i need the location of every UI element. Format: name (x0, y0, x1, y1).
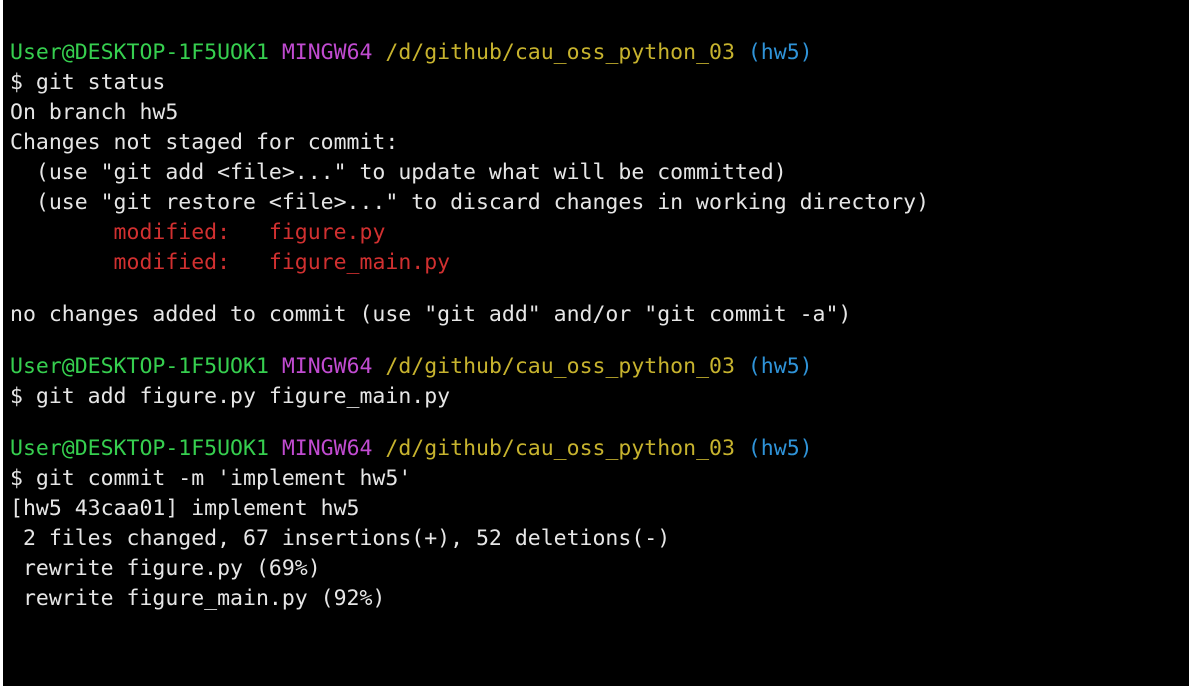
prompt-branch: (hw5) (747, 40, 813, 65)
output-commit-result: [hw5 43caa01] implement hw5 (10, 496, 360, 521)
prompt-shell: MINGW64 (281, 354, 373, 379)
window-left-edge (0, 0, 3, 686)
modified-filename: figure_main.py (268, 250, 451, 275)
output-modified-file: modified: figure.py (10, 218, 1189, 248)
prompt-line: User@DESKTOP-1F5UOK1 MINGW64 /d/github/c… (10, 434, 1189, 464)
prompt-line: User@DESKTOP-1F5UOK1 MINGW64 /d/github/c… (10, 352, 1189, 382)
prompt-path: /d/github/cau_oss_python_03 (385, 436, 735, 461)
output-hint-add: (use "git add <file>..." to update what … (10, 160, 787, 185)
output-rewrite: rewrite figure.py (69%) (10, 556, 321, 581)
prompt-branch: (hw5) (747, 354, 813, 379)
prompt-path: /d/github/cau_oss_python_03 (385, 40, 735, 65)
modified-filename: figure.py (268, 220, 386, 245)
prompt-shell: MINGW64 (281, 40, 373, 65)
command-git-status: $ git status (10, 70, 166, 95)
command-git-add: $ git add figure.py figure_main.py (10, 384, 451, 409)
prompt-path: /d/github/cau_oss_python_03 (385, 354, 735, 379)
terminal-window[interactable]: User@DESKTOP-1F5UOK1 MINGW64 /d/github/c… (0, 0, 1189, 686)
output-no-changes: no changes added to commit (use "git add… (10, 302, 852, 327)
prompt-user-host: User@DESKTOP-1F5UOK1 (10, 354, 269, 379)
output-modified-file: modified: figure_main.py (10, 248, 1189, 278)
command-git-commit: $ git commit -m 'implement hw5' (10, 466, 412, 491)
output-on-branch: On branch hw5 (10, 100, 179, 125)
output-hint-restore: (use "git restore <file>..." to discard … (10, 190, 930, 215)
output-files-changed: 2 files changed, 67 insertions(+), 52 de… (10, 526, 671, 551)
prompt-shell: MINGW64 (281, 436, 373, 461)
output-rewrite: rewrite figure_main.py (92%) (10, 586, 386, 611)
prompt-user-host: User@DESKTOP-1F5UOK1 (10, 436, 269, 461)
prompt-line: User@DESKTOP-1F5UOK1 MINGW64 /d/github/c… (10, 38, 1189, 68)
prompt-branch: (hw5) (747, 436, 813, 461)
prompt-user-host: User@DESKTOP-1F5UOK1 (10, 40, 269, 65)
output-not-staged: Changes not staged for commit: (10, 130, 399, 155)
modified-label: modified: (10, 250, 269, 275)
modified-label: modified: (10, 220, 269, 245)
